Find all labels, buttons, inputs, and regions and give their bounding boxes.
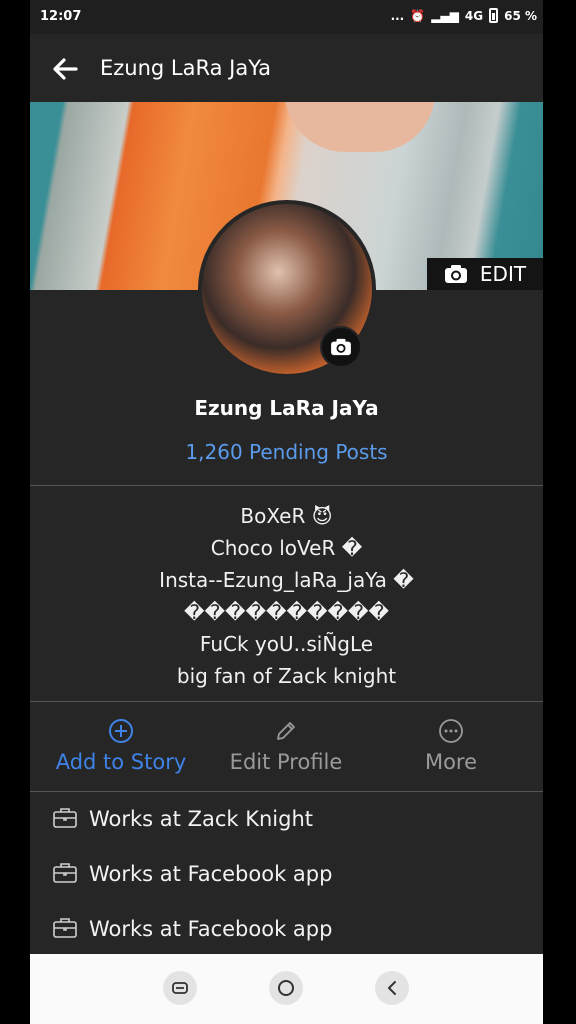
add-to-story-label: Add to Story (55, 750, 187, 774)
app-header: Ezung LaRa JaYa (30, 34, 543, 102)
work-item[interactable]: Works at Zack Knight (30, 803, 543, 843)
briefcase-icon (53, 808, 77, 828)
alarm-icon: ⏰ (410, 8, 426, 23)
back-arrow-icon[interactable] (50, 54, 80, 84)
bio-line: Insta--Ezung_laRa_jaYa � (159, 568, 414, 592)
network-type: 4G (464, 8, 484, 23)
bio-line: ���������� (183, 600, 390, 624)
briefcase-icon (53, 863, 77, 883)
work-label: Works at Facebook app (89, 862, 333, 886)
briefcase-icon (53, 918, 77, 938)
recent-apps-button[interactable] (163, 971, 197, 1005)
bio: BoXeR 😈 Choco loVeR � Insta--Ezung_laRa_… (30, 500, 543, 692)
more-label: More (424, 750, 478, 774)
more-button[interactable]: More (366, 706, 536, 790)
camera-icon (331, 338, 351, 356)
work-label: Works at Facebook app (89, 917, 333, 941)
profile-name: Ezung LaRa JaYa (194, 396, 379, 420)
divider (30, 701, 543, 702)
edit-cover-button[interactable]: EDIT (427, 258, 543, 290)
signal-icon: ▂▄▆ (431, 8, 459, 23)
divider (30, 791, 543, 792)
battery-level: 65 % (504, 8, 537, 23)
battery-icon (489, 8, 499, 23)
edit-profile-label: Edit Profile (229, 750, 343, 774)
edit-profile-picture-button[interactable] (320, 326, 362, 368)
work-item[interactable]: Works at Facebook app (30, 858, 543, 898)
home-button[interactable] (269, 971, 303, 1005)
header-title: Ezung LaRa JaYa (100, 56, 272, 80)
pencil-icon (277, 722, 295, 740)
plus-circle-icon (109, 719, 133, 743)
home-circle-icon (278, 980, 294, 996)
phone-screen: 12:07 ... ⏰ ▂▄▆ 4G 65 % Ezung LaRa JaYa … (30, 0, 543, 1024)
system-nav-bar (30, 954, 543, 1024)
more-dots-icon (439, 719, 463, 743)
edit-cover-label: EDIT (479, 262, 527, 286)
system-back-button[interactable] (375, 971, 409, 1005)
divider (30, 485, 543, 486)
camera-icon (444, 265, 467, 283)
notification-dots: ... (390, 8, 405, 23)
bio-line: big fan of Zack knight (176, 664, 397, 688)
work-item[interactable]: Works at Facebook app (30, 913, 543, 953)
status-indicators: ... ⏰ ▂▄▆ 4G 65 % (391, 8, 537, 23)
bio-line: FuCk yoU..siÑgLe (199, 632, 374, 656)
recents-icon (172, 982, 188, 994)
profile-actions: Add to Story Edit Profile More (30, 706, 543, 790)
work-label: Works at Zack Knight (89, 807, 313, 831)
status-time: 12:07 (40, 9, 82, 24)
add-to-story-button[interactable]: Add to Story (36, 706, 206, 790)
bio-line: BoXeR 😈 (240, 504, 333, 528)
pending-posts-link[interactable]: 1,260 Pending Posts (30, 440, 543, 464)
status-bar: 12:07 ... ⏰ ▂▄▆ 4G 65 % (30, 0, 543, 34)
cover-image-detail (285, 102, 435, 152)
edit-profile-button[interactable]: Edit Profile (201, 706, 371, 790)
bio-line: Choco loVeR � (210, 536, 363, 560)
chevron-left-icon (388, 981, 396, 995)
